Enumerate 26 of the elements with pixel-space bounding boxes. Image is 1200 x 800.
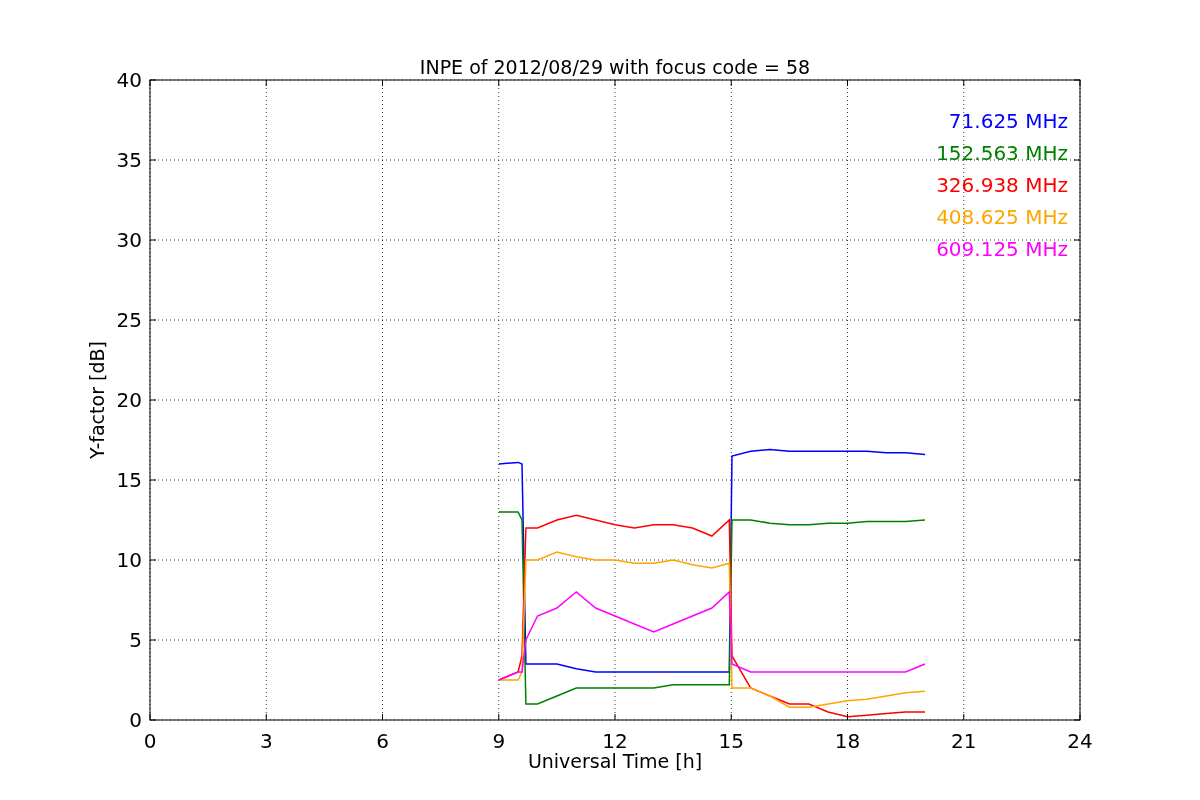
y-tick-label: 40 bbox=[116, 68, 142, 92]
legend-label: 71.625 MHz bbox=[948, 109, 1068, 133]
y-tick-label: 30 bbox=[116, 228, 142, 252]
x-tick-label: 15 bbox=[718, 729, 744, 753]
x-tick-label: 3 bbox=[259, 729, 273, 753]
x-axis-label: Universal Time [h] bbox=[527, 750, 703, 772]
y-tick-label: 0 bbox=[129, 708, 142, 732]
y-tick-label: 20 bbox=[116, 388, 142, 412]
x-tick-label: 24 bbox=[1067, 729, 1093, 753]
y-tick-label: 5 bbox=[129, 628, 142, 652]
x-tick-label: 12 bbox=[602, 729, 628, 753]
legend-label: 609.125 MHz bbox=[936, 237, 1068, 261]
y-axis-label: Y-factor [dB] bbox=[86, 341, 108, 459]
y-tick-label: 35 bbox=[116, 148, 142, 172]
y-tick-label: 10 bbox=[116, 548, 142, 572]
x-tick-label: 21 bbox=[951, 729, 977, 753]
x-tick-label: 18 bbox=[834, 729, 861, 753]
legend-label: 152.563 MHz bbox=[936, 141, 1068, 165]
y-tick-label: 15 bbox=[116, 468, 142, 492]
y-tick-label: 25 bbox=[116, 308, 142, 332]
legend-label: 326.938 MHz bbox=[936, 173, 1068, 197]
legend-label: 408.625 MHz bbox=[936, 205, 1068, 229]
x-tick-label: 0 bbox=[143, 729, 157, 753]
x-tick-label: 6 bbox=[376, 729, 389, 753]
chart-title: INPE of 2012/08/29 with focus code = 58 bbox=[419, 56, 811, 78]
x-tick-label: 9 bbox=[492, 729, 506, 753]
